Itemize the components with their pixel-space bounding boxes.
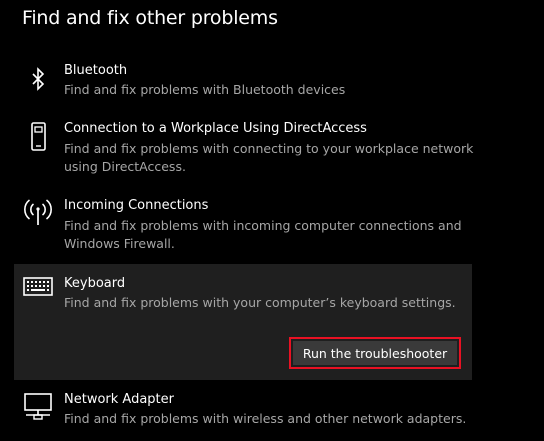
keyboard-icon xyxy=(22,271,54,303)
troubleshooter-description: Find and fix problems with Bluetooth dev… xyxy=(64,82,346,97)
network-adapter-icon xyxy=(22,390,54,422)
page-title: Find and fix other problems xyxy=(22,7,278,29)
troubleshooter-title: Keyboard xyxy=(64,276,126,291)
troubleshooter-title: Incoming Connections xyxy=(64,198,209,213)
phone-device-icon xyxy=(22,121,54,153)
troubleshooter-item-network-adapter[interactable]: Network Adapter Find and fix problems wi… xyxy=(14,388,472,438)
troubleshooter-item-incoming-connections[interactable]: Incoming Connections Find and fix proble… xyxy=(14,195,472,257)
troubleshooter-title: Connection to a Workplace Using DirectAc… xyxy=(64,121,367,136)
troubleshooter-item-directaccess[interactable]: Connection to a Workplace Using DirectAc… xyxy=(14,118,473,180)
troubleshooter-title: Network Adapter xyxy=(64,392,174,407)
bluetooth-icon xyxy=(22,64,54,96)
run-troubleshooter-button[interactable]: Run the troubleshooter xyxy=(289,337,461,369)
run-troubleshooter-label: Run the troubleshooter xyxy=(293,341,457,365)
troubleshooter-title: Bluetooth xyxy=(64,63,128,78)
troubleshooter-description: Find and fix problems with incoming comp… xyxy=(64,218,462,251)
troubleshooter-description: Find and fix problems with connecting to… xyxy=(64,141,474,174)
troubleshooter-item-bluetooth[interactable]: Bluetooth Find and fix problems with Blu… xyxy=(14,60,472,110)
troubleshooter-item-keyboard[interactable]: Keyboard Find and fix problems with your… xyxy=(14,264,472,380)
antenna-icon xyxy=(22,197,54,229)
troubleshooter-description: Find and fix problems with your computer… xyxy=(64,295,456,310)
troubleshooter-description: Find and fix problems with wireless and … xyxy=(64,411,467,426)
